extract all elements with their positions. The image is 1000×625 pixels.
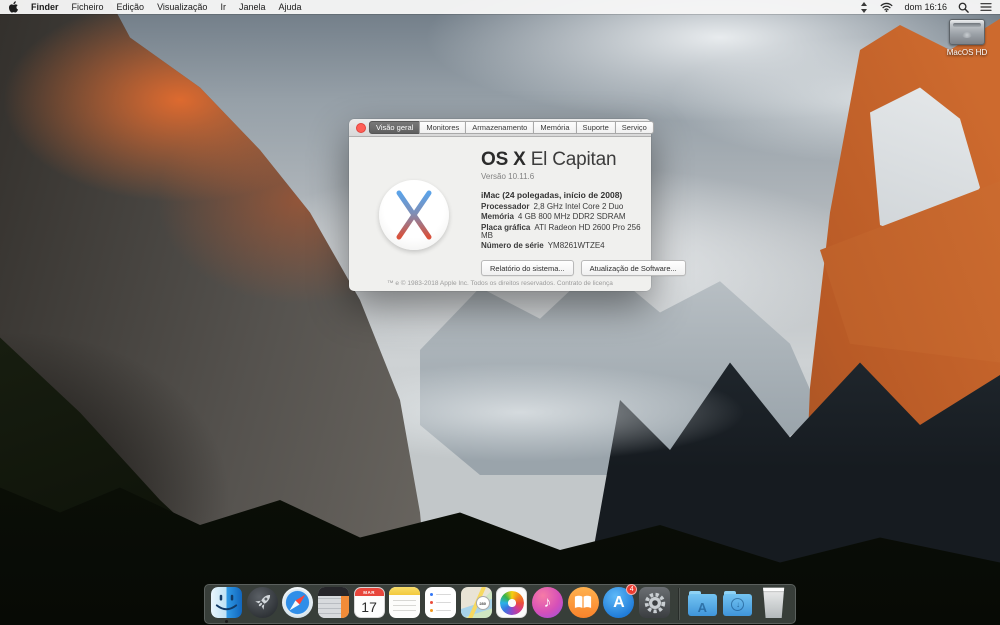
apple-menu-icon[interactable] (8, 1, 19, 13)
reminders-icon (424, 587, 456, 618)
notes-icon (389, 587, 421, 618)
os-version: Versão 10.11.6 (481, 172, 535, 181)
dock: MAR 17 280 ♪ 4 A A ↓ (204, 584, 796, 624)
tab-memoria[interactable]: Memória (533, 121, 577, 134)
menu-bar: Finder Ficheiro Edição Visualização Ir J… (0, 0, 1000, 14)
system-report-button[interactable]: Relatório do sistema... (481, 260, 574, 276)
spec-processor: Processador 2,8 GHz Intel Core 2 Duo (481, 201, 624, 211)
spec-serial: Número de série YM8261WTZE4 (481, 241, 605, 250)
trash-icon (763, 587, 785, 618)
tab-monitores[interactable]: Monitores (419, 121, 467, 134)
desktop: Finder Ficheiro Edição Visualização Ir J… (0, 0, 1000, 625)
about-text-column: OS X El Capitan Versão 10.11.6 iMac (24 … (481, 149, 686, 276)
wifi-icon[interactable] (880, 2, 893, 12)
tab-visao-geral[interactable]: Visão geral (368, 121, 421, 134)
menu-clock[interactable]: dom 16:16 (904, 2, 947, 12)
about-tabs: Visão geral Monitores Armazenamento Memó… (368, 121, 654, 134)
spec-memory: Memória 4 GB 800 MHz DDR2 SDRAM (481, 212, 626, 221)
dock-itunes[interactable]: ♪ (531, 584, 564, 624)
calculator-icon (317, 587, 349, 618)
license-link[interactable]: Contrato de licença (557, 280, 613, 287)
app-store-badge: 4 (626, 584, 638, 595)
music-note-glyph: ♪ (543, 594, 552, 611)
menu-app-name[interactable]: Finder (31, 2, 59, 12)
menu-item-ficheiro[interactable]: Ficheiro (72, 2, 104, 12)
dock-divider (677, 588, 679, 620)
tab-armazenamento[interactable]: Armazenamento (465, 121, 535, 134)
dock-reminders[interactable] (424, 584, 457, 624)
itunes-icon: ♪ (532, 587, 564, 618)
dock-app-store[interactable]: 4 A (603, 584, 638, 624)
updown-arrows-icon[interactable] (859, 1, 869, 13)
menu-item-visualizacao[interactable]: Visualização (157, 2, 207, 12)
menu-item-ir[interactable]: Ir (220, 2, 226, 12)
copyright-text: ™ e © 1983-2018 Apple Inc. Todos os dire… (387, 280, 556, 287)
dock-calendar[interactable]: MAR 17 (353, 584, 386, 624)
ibooks-icon (567, 587, 599, 618)
menu-status-area: dom 16:16 (859, 1, 992, 13)
dock-ibooks[interactable] (567, 584, 600, 624)
dock-launchpad[interactable] (246, 584, 279, 624)
disk-label[interactable]: MacOS HD (944, 48, 990, 57)
menu-item-ajuda[interactable]: Ajuda (278, 2, 301, 12)
about-buttons: Relatório do sistema... Atualização de S… (481, 260, 686, 276)
safari-icon (282, 587, 314, 618)
spotlight-icon[interactable] (958, 2, 969, 13)
downloads-folder-icon: ↓ (722, 587, 753, 618)
hard-drive-icon[interactable] (949, 19, 985, 45)
spec-graphics: Placa gráfica ATI Radeon HD 2600 Pro 256 … (481, 222, 641, 240)
applications-folder-icon: A (687, 587, 718, 618)
os-title-name: El Capitan (525, 149, 617, 170)
dock-photos[interactable] (496, 584, 529, 624)
about-content: OS X El Capitan Versão 10.11.6 iMac (24 … (349, 137, 686, 291)
desktop-disk-icon[interactable]: MacOS HD (944, 19, 990, 57)
dock-applications-folder[interactable]: A (686, 584, 719, 624)
tab-suporte[interactable]: Suporte (575, 121, 616, 134)
window-titlebar[interactable]: Visão geral Monitores Armazenamento Memó… (349, 119, 654, 137)
close-button[interactable] (356, 123, 366, 133)
finder-icon (210, 587, 242, 618)
os-title: OS X El Capitan (481, 149, 641, 171)
dock-notes[interactable] (388, 584, 421, 624)
mac-model: iMac (24 polegadas, início de 2008) (481, 190, 623, 200)
tab-servico[interactable]: Serviço (614, 121, 654, 134)
system-preferences-icon (639, 587, 671, 618)
dock-downloads-folder[interactable]: ↓ (722, 584, 755, 624)
menu-item-janela[interactable]: Janela (239, 2, 266, 12)
calendar-month: MAR (354, 588, 384, 596)
dock-maps[interactable]: 280 (460, 584, 493, 624)
dock-trash[interactable] (757, 584, 790, 624)
software-update-button[interactable]: Atualização de Software... (580, 260, 686, 276)
os-title-osx: OS X (481, 149, 526, 170)
calendar-day: 17 (361, 598, 377, 615)
launchpad-icon (246, 587, 278, 618)
notification-center-icon[interactable] (980, 2, 992, 12)
dock-finder[interactable] (210, 584, 243, 624)
wallpaper (0, 0, 1000, 625)
maps-route-badge: 280 (475, 596, 490, 610)
maps-icon: 280 (460, 587, 492, 618)
dock-system-preferences[interactable] (638, 584, 671, 624)
copyright-footer: ™ e © 1983-2018 Apple Inc. Todos os dire… (349, 280, 651, 287)
dock-safari[interactable] (281, 584, 314, 624)
dock-calculator[interactable] (317, 584, 350, 624)
about-this-mac-window: Visão geral Monitores Armazenamento Memó… (349, 119, 686, 291)
photos-icon (496, 587, 528, 618)
calendar-icon: MAR 17 (353, 587, 385, 618)
os-x-logo (379, 180, 449, 250)
menu-item-edicao[interactable]: Edição (117, 2, 145, 12)
